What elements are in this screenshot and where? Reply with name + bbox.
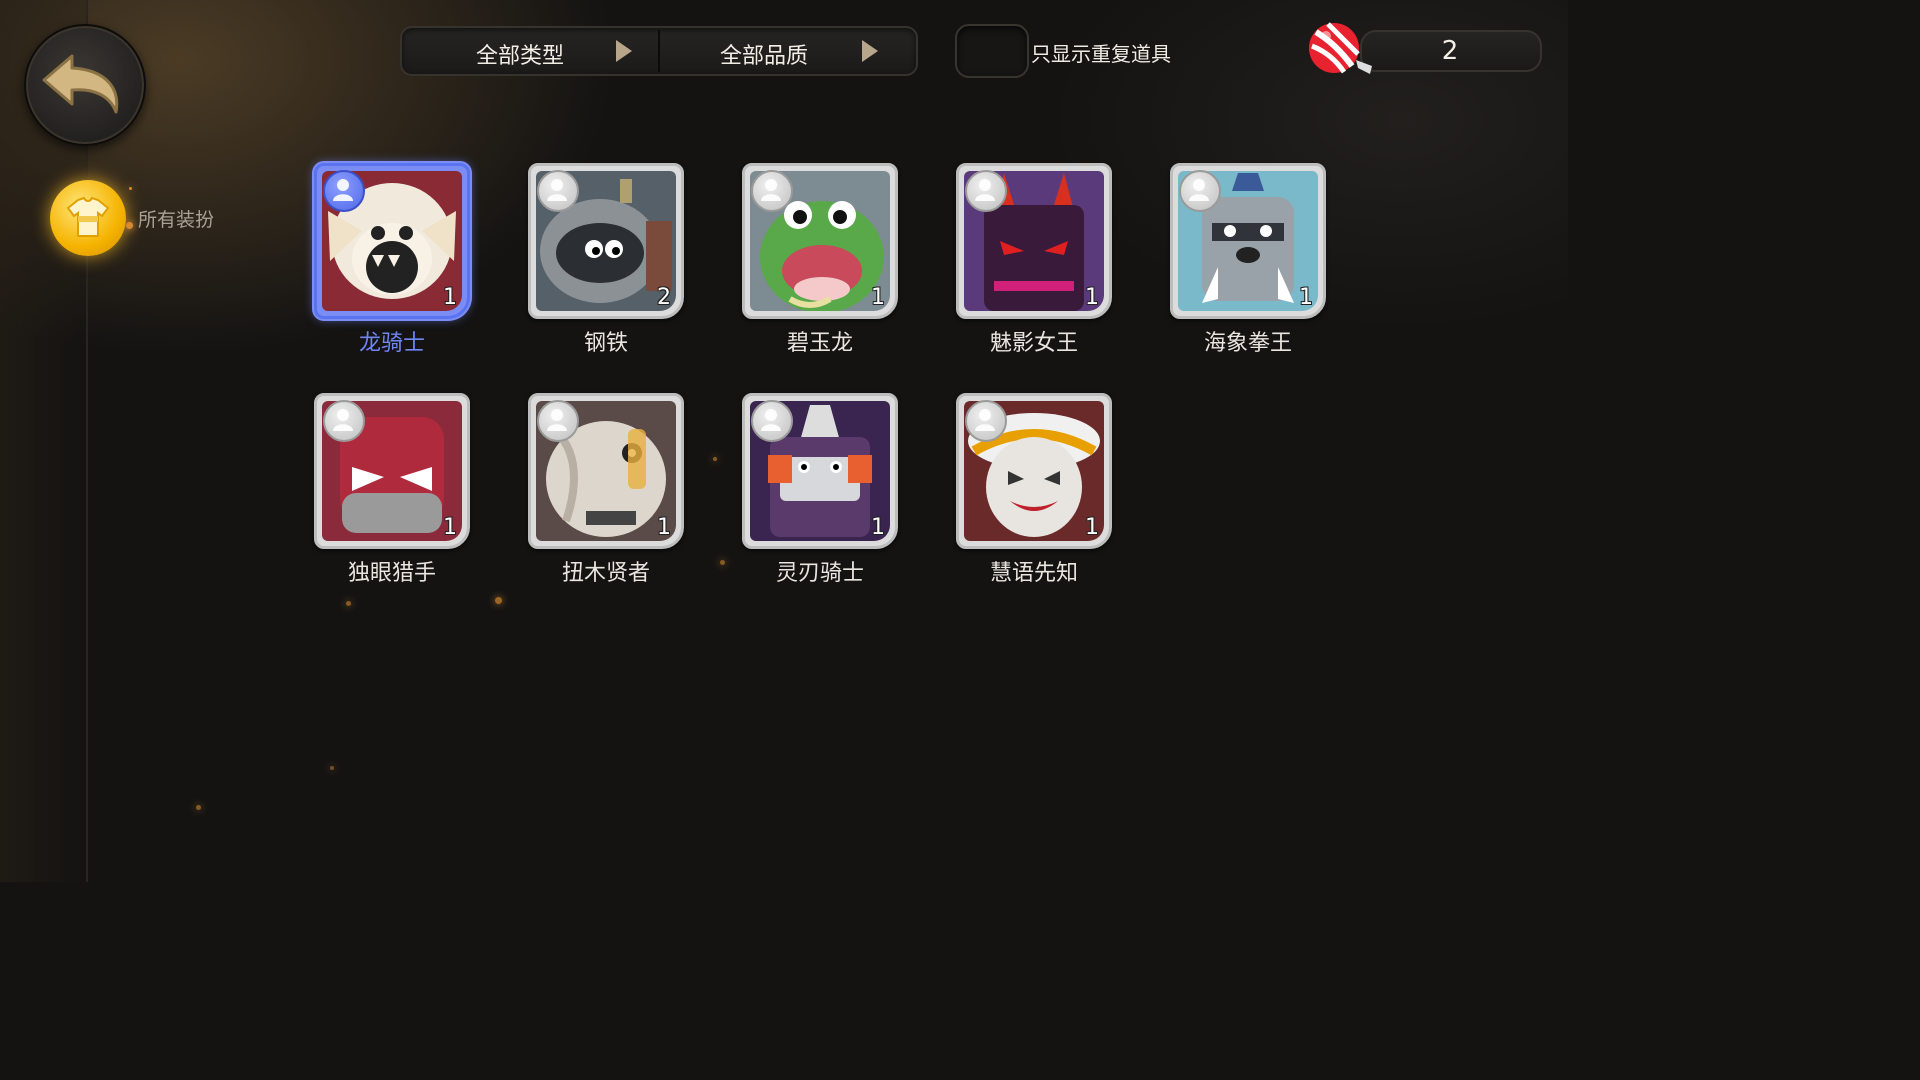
ember-particle — [126, 222, 133, 229]
item-count: 1 — [871, 285, 885, 310]
user-icon — [751, 170, 793, 212]
item-portrait-frame: 1 — [956, 393, 1112, 549]
item-name: 独眼猎手 — [347, 561, 436, 586]
item-name: 钢铁 — [583, 331, 628, 356]
user-icon — [751, 400, 793, 442]
item-name: 龙骑士 — [358, 331, 425, 356]
ember-particle — [346, 601, 351, 606]
back-arrow-icon — [42, 54, 119, 114]
item-portrait-frame: 1 — [1170, 163, 1326, 319]
item-count: 1 — [443, 285, 457, 310]
ember-particle — [713, 457, 717, 461]
ember-particle — [495, 597, 502, 604]
item-portrait-frame: 1 — [956, 163, 1112, 319]
category-all-outfits-button[interactable] — [50, 180, 126, 256]
outfit-icon — [66, 196, 110, 237]
item-count: 1 — [871, 515, 885, 540]
filter-quality-label: 全部品质 — [719, 44, 808, 69]
filter-quality-dropdown[interactable]: 全部品质 — [660, 28, 916, 74]
item-portrait-frame: 1 — [314, 163, 470, 319]
back-button[interactable] — [24, 24, 146, 146]
item-name: 魅影女王 — [989, 331, 1078, 356]
category-label: 所有装扮 — [138, 209, 215, 231]
item-count: 1 — [657, 515, 671, 540]
item-name: 慧语先知 — [989, 561, 1078, 586]
triangle-right-icon — [616, 40, 632, 62]
user-icon — [965, 170, 1007, 212]
item-portrait-frame: 1 — [742, 393, 898, 549]
ember-particle — [330, 766, 334, 770]
user-icon — [323, 400, 365, 442]
item-count: 1 — [1299, 285, 1313, 310]
user-icon — [537, 400, 579, 442]
user-icon — [537, 170, 579, 212]
item-count: 1 — [1085, 285, 1099, 310]
item-portrait-frame: 2 — [528, 163, 684, 319]
user-icon — [965, 400, 1007, 442]
item-portrait-frame: 1 — [528, 393, 684, 549]
filter-type-label: 全部类型 — [475, 44, 564, 69]
item-name: 扭木贤者 — [561, 561, 650, 586]
triangle-right-icon — [862, 40, 878, 62]
ember-particle — [129, 187, 132, 190]
show-duplicates-toggle[interactable] — [955, 24, 1029, 78]
item-portrait-frame: 1 — [742, 163, 898, 319]
item-name: 海象拳王 — [1203, 331, 1292, 356]
item-count: 1 — [443, 515, 457, 540]
currency-value: 2 — [1441, 36, 1459, 66]
item-count: 1 — [1085, 515, 1099, 540]
item-name: 碧玉龙 — [786, 331, 853, 356]
filter-bar: 全部类型 全部品质 — [400, 26, 918, 76]
item-count: 2 — [657, 285, 671, 310]
user-icon — [323, 170, 365, 212]
show-duplicates-label: 只显示重复道具 — [1031, 42, 1171, 66]
item-portrait-frame: 1 — [314, 393, 470, 549]
filter-type-dropdown[interactable]: 全部类型 — [402, 28, 658, 74]
user-icon — [1179, 170, 1221, 212]
ember-particle — [196, 805, 201, 810]
item-name: 灵刃骑士 — [775, 561, 864, 586]
ember-particle — [720, 560, 725, 565]
candy-icon — [1309, 22, 1372, 74]
